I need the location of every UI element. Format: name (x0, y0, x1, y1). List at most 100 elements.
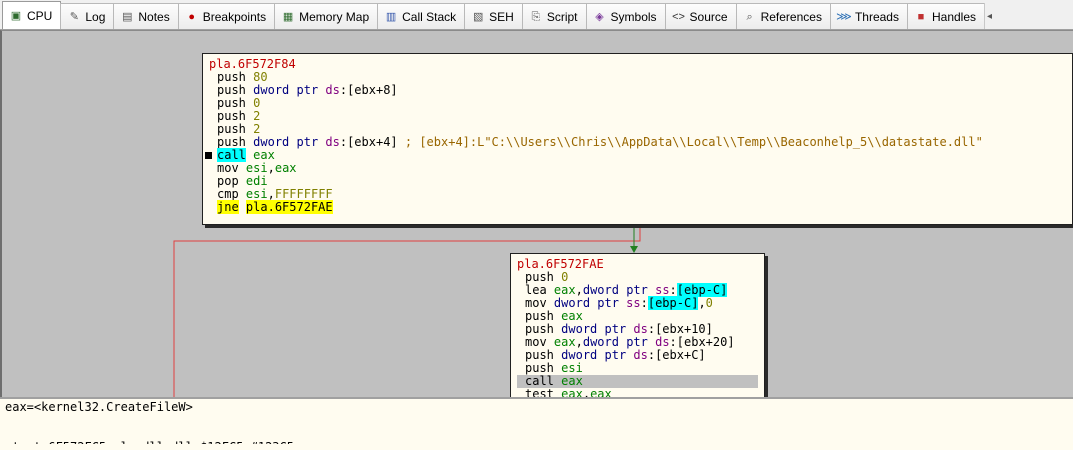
tab-label: Notes (138, 9, 170, 24)
instruction-line[interactable]: push 0 (209, 97, 1066, 110)
operand: 0 (253, 96, 261, 110)
instruction-line[interactable]: pop edi (209, 175, 1066, 188)
operand: dword ptr (553, 296, 627, 310)
code-block-6F572FAE[interactable]: pla.6F572FAE push 0 lea eax,dword ptr ss:[… (510, 253, 765, 397)
breakpoint-marker-icon[interactable] (205, 152, 212, 159)
tab-log[interactable]: ✎ Log (60, 3, 115, 29)
tab-seh[interactable]: ▧ SEH (464, 3, 523, 29)
mnemonic: push (217, 83, 246, 97)
tab-notes[interactable]: ▤ Notes (113, 3, 179, 29)
mnemonic: push (525, 361, 554, 375)
operand: , (698, 296, 706, 310)
operand: [ebp-C] (676, 283, 728, 297)
instruction-line[interactable]: call eax (205, 148, 1066, 162)
tab-label: Handles (931, 9, 977, 24)
tab-label: Log (85, 9, 106, 24)
handles-icon: ■ (917, 10, 925, 23)
breakpoint-icon: ● (188, 10, 196, 23)
operand: ds (633, 348, 648, 362)
tab-breakpoints[interactable]: ● Breakpoints (177, 3, 276, 29)
log-icon: ✎ (69, 10, 79, 23)
operand: , (582, 387, 591, 398)
call-stack-icon: ▥ (385, 10, 397, 23)
tab-call-stack[interactable]: ▥ Call Stack (377, 3, 466, 29)
block-label[interactable]: pla.6F572F84 (209, 58, 1066, 71)
graph-view[interactable]: pla.6F572F84 push 80 push dword ptr ds:[eb… (0, 30, 1073, 397)
memory-map-icon: ▦ (282, 10, 294, 23)
operand: dword ptr (561, 322, 634, 336)
instruction-line[interactable]: mov esi,eax (209, 162, 1066, 175)
operand: ss (655, 283, 670, 297)
mnemonic: push (525, 322, 554, 336)
script-icon: ⎘ (531, 10, 541, 23)
operand: :[ebx+C] (647, 348, 706, 362)
operand: esi (245, 161, 268, 175)
mnemonic: push (217, 96, 246, 110)
instruction-line[interactable]: push dword ptr ds:[ebx+8] (209, 84, 1066, 97)
operand: eax (274, 161, 297, 175)
instruction-line[interactable]: push 2 (209, 110, 1066, 123)
tab-label: Breakpoints (202, 9, 267, 24)
instruction-line[interactable]: test eax,eax (517, 387, 758, 398)
tab-script[interactable]: ⎘ Script (521, 3, 587, 29)
mnemonic: pop (217, 174, 239, 188)
instruction-line[interactable]: jne pla.6F572FAE (209, 200, 1066, 214)
operand: : (640, 296, 648, 310)
operand: dword ptr (253, 83, 326, 97)
comment: ; [ebx+4]:L"C:\\Users\\Chris\\AppData\\L… (397, 135, 983, 149)
tab-cpu[interactable]: ▣ CPU (2, 1, 62, 29)
instruction-line[interactable]: cmp esi,FFFFFFFF (209, 188, 1066, 201)
operand: ds (325, 83, 340, 97)
operand: , (575, 335, 583, 349)
mnemonic: push (525, 348, 554, 362)
operand: esi (245, 187, 268, 201)
mnemonic: call (217, 148, 246, 162)
operand: [ebp-C] (647, 296, 699, 310)
operand: ds (655, 335, 670, 349)
operand: , (267, 161, 275, 175)
operand: 2 (253, 122, 261, 136)
mnemonic: push (217, 122, 246, 136)
tab-threads[interactable]: ⋙ Threads (829, 3, 908, 29)
info-address-line: .text:6F572FC5 plugdll.dll:$12FC5 #123C5 (5, 440, 294, 450)
symbols-icon: ◈ (595, 10, 604, 23)
operand: eax (553, 335, 576, 349)
operand: 2 (253, 109, 261, 123)
tab-memory-map[interactable]: ▦ Memory Map (274, 3, 379, 29)
tab-label: References (760, 9, 822, 24)
operand: , (575, 283, 583, 297)
operand: eax (590, 387, 612, 398)
operand: eax (253, 148, 275, 162)
mnemonic: push (217, 70, 246, 84)
tab-label: Script (546, 9, 578, 24)
mnemonic: test (525, 387, 554, 398)
operand: eax (561, 387, 583, 398)
tab-label: Symbols (610, 9, 657, 24)
operand: , (267, 187, 275, 201)
operand: ds (633, 322, 648, 336)
operand: ds (325, 135, 340, 149)
tab-handles[interactable]: ■ Handles (906, 3, 986, 29)
threads-icon: ⋙ (836, 10, 852, 23)
tab-source[interactable]: <> Source (664, 3, 737, 29)
info-register-value: eax=<kernel32.CreateFileW> (5, 400, 193, 414)
tab-references[interactable]: ⌕ References (735, 3, 831, 29)
references-icon: ⌕ (746, 10, 753, 23)
operand: dword ptr (582, 283, 656, 297)
jump-target[interactable]: pla.6F572FAE (245, 200, 333, 214)
operand: eax (561, 374, 583, 388)
tab-overflow-icon[interactable]: ◂ (984, 3, 994, 29)
mnemonic: push (217, 109, 246, 123)
operand: :[ebx+8] (339, 83, 398, 97)
operand: 0 (561, 270, 569, 284)
tab-symbols[interactable]: ◈ Symbols (585, 3, 666, 29)
operand: :[ebx+10] (647, 322, 713, 336)
source-icon: <> (672, 10, 685, 23)
mnemonic: call (525, 374, 554, 388)
instruction-line[interactable]: push dword ptr ds:[ebx+4] ; [ebx+4]:L"C:… (209, 136, 1066, 149)
tab-label: Source (689, 9, 728, 24)
code-block-6F572F84[interactable]: pla.6F572F84 push 80 push dword ptr ds:[eb… (202, 53, 1073, 225)
operand: 0 (705, 296, 713, 310)
edge-arrowhead (630, 246, 638, 253)
operand: dword ptr (253, 135, 326, 149)
